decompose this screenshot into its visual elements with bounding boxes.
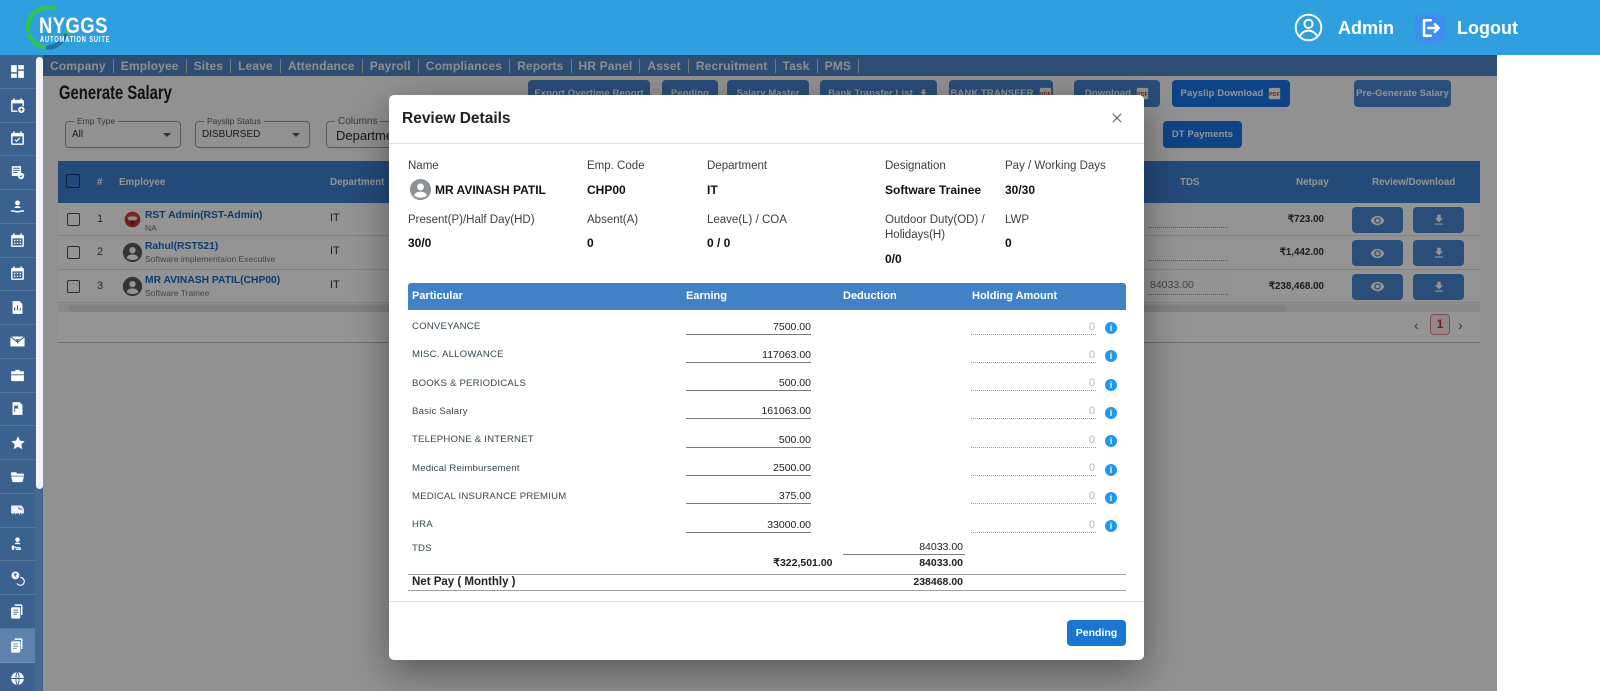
svg-text:₹: ₹	[14, 573, 18, 580]
